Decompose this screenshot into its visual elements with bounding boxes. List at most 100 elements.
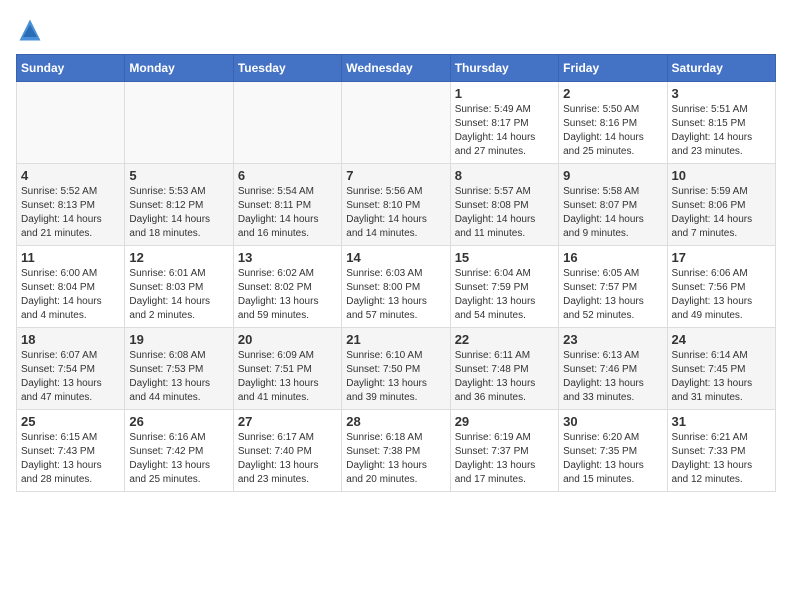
calendar-cell: 7 Sunrise: 5:56 AM Sunset: 8:10 PM Daylig…	[342, 164, 450, 246]
calendar-cell	[17, 82, 125, 164]
day-content: Sunrise: 6:10 AM Sunset: 7:50 PM Dayligh…	[346, 349, 445, 405]
day-content: Sunrise: 5:52 AM Sunset: 8:13 PM Dayligh…	[21, 185, 120, 241]
calendar-cell: 14 Sunrise: 6:03 AM Sunset: 8:00 PM Dayli…	[342, 246, 450, 328]
logo-icon	[16, 16, 44, 44]
day-content: Sunrise: 5:59 AM Sunset: 8:06 PM Dayligh…	[672, 185, 771, 241]
day-content: Sunrise: 6:06 AM Sunset: 7:56 PM Dayligh…	[672, 267, 771, 323]
day-number: 11	[21, 250, 120, 265]
day-number: 19	[129, 332, 228, 347]
header-cell-friday: Friday	[559, 55, 667, 82]
header-cell-thursday: Thursday	[450, 55, 558, 82]
day-number: 15	[455, 250, 554, 265]
calendar-cell: 22 Sunrise: 6:11 AM Sunset: 7:48 PM Dayli…	[450, 328, 558, 410]
week-row-2: 4 Sunrise: 5:52 AM Sunset: 8:13 PM Daylig…	[17, 164, 776, 246]
day-number: 10	[672, 168, 771, 183]
header-cell-monday: Monday	[125, 55, 233, 82]
calendar-cell: 17 Sunrise: 6:06 AM Sunset: 7:56 PM Dayli…	[667, 246, 775, 328]
header-row: SundayMondayTuesdayWednesdayThursdayFrid…	[17, 55, 776, 82]
day-number: 18	[21, 332, 120, 347]
calendar-cell: 9 Sunrise: 5:58 AM Sunset: 8:07 PM Daylig…	[559, 164, 667, 246]
calendar-cell	[125, 82, 233, 164]
calendar-cell: 16Sunrise: 6:05 AM Sunset: 7:57 PM Dayli…	[559, 246, 667, 328]
day-content: Sunrise: 5:58 AM Sunset: 8:07 PM Dayligh…	[563, 185, 662, 241]
day-number: 29	[455, 414, 554, 429]
day-number: 30	[563, 414, 662, 429]
calendar-cell: 24 Sunrise: 6:14 AM Sunset: 7:45 PM Dayli…	[667, 328, 775, 410]
day-number: 2	[563, 86, 662, 101]
calendar-cell: 28Sunrise: 6:18 AM Sunset: 7:38 PM Dayli…	[342, 410, 450, 492]
calendar-cell: 15 Sunrise: 6:04 AM Sunset: 7:59 PM Dayli…	[450, 246, 558, 328]
calendar-cell	[233, 82, 341, 164]
calendar-cell: 31 Sunrise: 6:21 AM Sunset: 7:33 PM Dayli…	[667, 410, 775, 492]
week-row-1: 1 Sunrise: 5:49 AM Sunset: 8:17 PM Daylig…	[17, 82, 776, 164]
day-number: 27	[238, 414, 337, 429]
day-content: Sunrise: 6:11 AM Sunset: 7:48 PM Dayligh…	[455, 349, 554, 405]
calendar-cell: 11 Sunrise: 6:00 AM Sunset: 8:04 PM Dayli…	[17, 246, 125, 328]
calendar-cell: 30 Sunrise: 6:20 AM Sunset: 7:35 PM Dayli…	[559, 410, 667, 492]
calendar-cell: 2 Sunrise: 5:50 AM Sunset: 8:16 PM Daylig…	[559, 82, 667, 164]
calendar-cell: 4 Sunrise: 5:52 AM Sunset: 8:13 PM Daylig…	[17, 164, 125, 246]
week-row-5: 25Sunrise: 6:15 AM Sunset: 7:43 PM Dayli…	[17, 410, 776, 492]
header-cell-saturday: Saturday	[667, 55, 775, 82]
day-content: Sunrise: 6:08 AM Sunset: 7:53 PM Dayligh…	[129, 349, 228, 405]
day-content: Sunrise: 5:56 AM Sunset: 8:10 PM Dayligh…	[346, 185, 445, 241]
day-number: 12	[129, 250, 228, 265]
week-row-3: 11 Sunrise: 6:00 AM Sunset: 8:04 PM Dayli…	[17, 246, 776, 328]
day-content: Sunrise: 6:18 AM Sunset: 7:38 PM Dayligh…	[346, 431, 445, 487]
day-number: 20	[238, 332, 337, 347]
calendar-cell: 27 Sunrise: 6:17 AM Sunset: 7:40 PM Dayli…	[233, 410, 341, 492]
day-content: Sunrise: 6:20 AM Sunset: 7:35 PM Dayligh…	[563, 431, 662, 487]
day-number: 21	[346, 332, 445, 347]
day-number: 1	[455, 86, 554, 101]
day-number: 22	[455, 332, 554, 347]
calendar-cell: 19 Sunrise: 6:08 AM Sunset: 7:53 PM Dayli…	[125, 328, 233, 410]
calendar-cell: 5 Sunrise: 5:53 AM Sunset: 8:12 PM Daylig…	[125, 164, 233, 246]
day-number: 5	[129, 168, 228, 183]
calendar-cell: 20 Sunrise: 6:09 AM Sunset: 7:51 PM Dayli…	[233, 328, 341, 410]
calendar-cell: 13Sunrise: 6:02 AM Sunset: 8:02 PM Dayli…	[233, 246, 341, 328]
day-number: 6	[238, 168, 337, 183]
header-cell-tuesday: Tuesday	[233, 55, 341, 82]
calendar-cell: 21 Sunrise: 6:10 AM Sunset: 7:50 PM Dayli…	[342, 328, 450, 410]
day-content: Sunrise: 6:17 AM Sunset: 7:40 PM Dayligh…	[238, 431, 337, 487]
day-content: Sunrise: 6:07 AM Sunset: 7:54 PM Dayligh…	[21, 349, 120, 405]
calendar-cell: 25Sunrise: 6:15 AM Sunset: 7:43 PM Dayli…	[17, 410, 125, 492]
day-number: 26	[129, 414, 228, 429]
day-content: Sunrise: 6:14 AM Sunset: 7:45 PM Dayligh…	[672, 349, 771, 405]
day-content: Sunrise: 5:53 AM Sunset: 8:12 PM Dayligh…	[129, 185, 228, 241]
day-content: Sunrise: 6:21 AM Sunset: 7:33 PM Dayligh…	[672, 431, 771, 487]
day-number: 4	[21, 168, 120, 183]
day-number: 24	[672, 332, 771, 347]
day-content: Sunrise: 6:13 AM Sunset: 7:46 PM Dayligh…	[563, 349, 662, 405]
day-number: 13	[238, 250, 337, 265]
calendar-cell: 23 Sunrise: 6:13 AM Sunset: 7:46 PM Dayli…	[559, 328, 667, 410]
calendar-cell: 8Sunrise: 5:57 AM Sunset: 8:08 PM Daylig…	[450, 164, 558, 246]
day-number: 17	[672, 250, 771, 265]
day-content: Sunrise: 5:50 AM Sunset: 8:16 PM Dayligh…	[563, 103, 662, 159]
calendar-cell: 29 Sunrise: 6:19 AM Sunset: 7:37 PM Dayli…	[450, 410, 558, 492]
day-number: 14	[346, 250, 445, 265]
day-content: Sunrise: 6:16 AM Sunset: 7:42 PM Dayligh…	[129, 431, 228, 487]
day-content: Sunrise: 5:49 AM Sunset: 8:17 PM Dayligh…	[455, 103, 554, 159]
day-content: Sunrise: 6:09 AM Sunset: 7:51 PM Dayligh…	[238, 349, 337, 405]
day-content: Sunrise: 6:03 AM Sunset: 8:00 PM Dayligh…	[346, 267, 445, 323]
week-row-4: 18 Sunrise: 6:07 AM Sunset: 7:54 PM Dayli…	[17, 328, 776, 410]
day-number: 31	[672, 414, 771, 429]
calendar-cell: 3Sunrise: 5:51 AM Sunset: 8:15 PM Daylig…	[667, 82, 775, 164]
day-content: Sunrise: 6:04 AM Sunset: 7:59 PM Dayligh…	[455, 267, 554, 323]
day-content: Sunrise: 6:05 AM Sunset: 7:57 PM Dayligh…	[563, 267, 662, 323]
day-number: 8	[455, 168, 554, 183]
header-cell-wednesday: Wednesday	[342, 55, 450, 82]
page-header	[16, 16, 776, 44]
day-content: Sunrise: 6:00 AM Sunset: 8:04 PM Dayligh…	[21, 267, 120, 323]
day-content: Sunrise: 6:15 AM Sunset: 7:43 PM Dayligh…	[21, 431, 120, 487]
calendar-cell: 12Sunrise: 6:01 AM Sunset: 8:03 PM Dayli…	[125, 246, 233, 328]
logo	[16, 16, 48, 44]
day-content: Sunrise: 6:19 AM Sunset: 7:37 PM Dayligh…	[455, 431, 554, 487]
day-number: 7	[346, 168, 445, 183]
header-cell-sunday: Sunday	[17, 55, 125, 82]
day-number: 23	[563, 332, 662, 347]
calendar-table: SundayMondayTuesdayWednesdayThursdayFrid…	[16, 54, 776, 492]
calendar-cell: 18 Sunrise: 6:07 AM Sunset: 7:54 PM Dayli…	[17, 328, 125, 410]
day-number: 9	[563, 168, 662, 183]
